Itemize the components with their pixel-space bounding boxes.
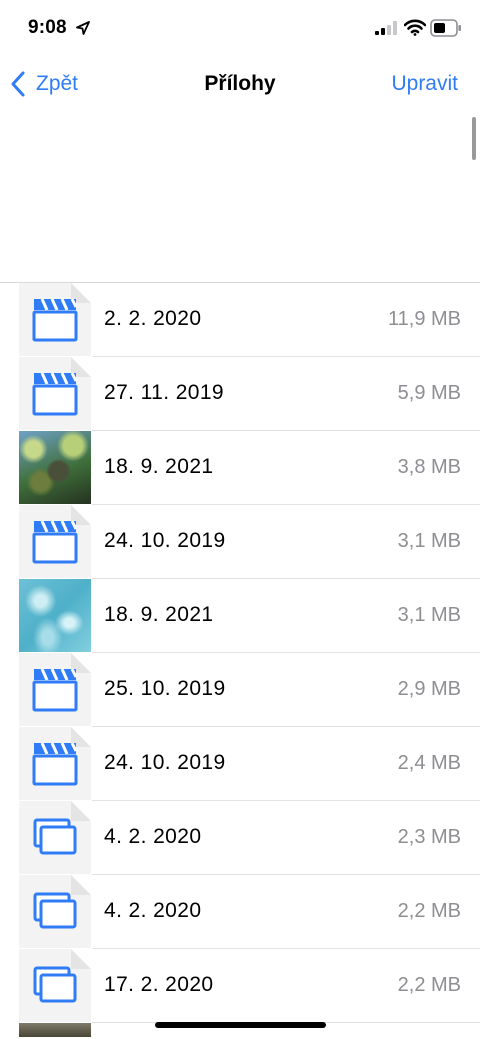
attachment-thumbnail bbox=[19, 283, 91, 356]
battery-icon bbox=[430, 19, 461, 37]
video-clapper-icon bbox=[32, 668, 78, 712]
attachment-date: 24. 10. 2019 bbox=[104, 751, 226, 774]
attachment-thumbnail bbox=[19, 801, 91, 874]
attachment-thumbnail bbox=[19, 875, 91, 948]
attachment-row[interactable]: 18. 9. 2021 3,8 MB bbox=[0, 431, 480, 505]
photo-thumbnail bbox=[19, 579, 91, 652]
attachment-row[interactable]: 25. 10. 2019 2,9 MB bbox=[0, 653, 480, 727]
video-clapper-icon bbox=[32, 520, 78, 564]
attachment-row[interactable]: 4. 2. 2020 2,2 MB bbox=[0, 875, 480, 949]
attachment-thumbnail bbox=[19, 653, 91, 726]
attachment-row[interactable]: 18. 9. 2021 3,1 MB bbox=[0, 579, 480, 653]
scroll-indicator[interactable] bbox=[472, 117, 476, 160]
image-stack-icon bbox=[33, 966, 77, 1003]
attachment-date: 2. 2. 2020 bbox=[104, 307, 202, 330]
attachment-size: 2,2 MB bbox=[397, 900, 461, 922]
photo-thumbnail bbox=[19, 1023, 91, 1037]
attachment-row[interactable]: 4. 2. 2020 2,3 MB bbox=[0, 801, 480, 875]
attachment-date: 25. 10. 2019 bbox=[104, 677, 226, 700]
attachment-size: 2,2 MB bbox=[397, 974, 461, 996]
attachment-date: 27. 11. 2019 bbox=[104, 381, 225, 404]
attachment-row[interactable]: 24. 10. 2019 2,4 MB bbox=[0, 727, 480, 801]
attachment-size: 2,9 MB bbox=[397, 678, 461, 700]
location-arrow-icon bbox=[76, 21, 90, 35]
attachment-size: 11,9 MB bbox=[388, 308, 461, 330]
attachment-date: 18. 9. 2021 bbox=[104, 455, 214, 478]
attachment-size: 3,1 MB bbox=[397, 530, 461, 552]
home-indicator bbox=[155, 1022, 326, 1028]
cellular-signal-icon bbox=[375, 21, 397, 35]
attachment-thumbnail bbox=[19, 949, 91, 1022]
attachment-date: 4. 2. 2020 bbox=[104, 899, 202, 922]
photo-thumbnail bbox=[19, 431, 91, 504]
attachment-date: 4. 2. 2020 bbox=[104, 825, 202, 848]
attachment-row[interactable]: 24. 10. 2019 3,1 MB bbox=[0, 505, 480, 579]
attachments-list: 2. 2. 2020 11,9 MB 27. 11. 2019 5,9 MB 1… bbox=[0, 283, 480, 1037]
edit-button[interactable]: Upravit bbox=[391, 72, 458, 96]
attachment-date: 18. 9. 2021 bbox=[104, 603, 214, 626]
attachment-size: 2,3 MB bbox=[397, 826, 461, 848]
image-stack-icon bbox=[33, 818, 77, 855]
navigation-bar: Zpět Přílohy Upravit bbox=[0, 56, 480, 112]
video-clapper-icon bbox=[32, 298, 78, 342]
status-bar: 9:08 bbox=[0, 0, 480, 56]
attachment-size: 3,8 MB bbox=[397, 456, 461, 478]
status-time: 9:08 bbox=[28, 17, 67, 38]
attachment-thumbnail bbox=[19, 727, 91, 800]
wifi-icon bbox=[404, 19, 426, 36]
image-stack-icon bbox=[33, 892, 77, 929]
attachment-size: 3,1 MB bbox=[397, 604, 461, 626]
attachment-size: 5,9 MB bbox=[397, 382, 461, 404]
attachment-thumbnail bbox=[19, 505, 91, 578]
attachment-date: 17. 2. 2020 bbox=[104, 973, 214, 996]
attachment-row[interactable]: 17. 2. 2020 2,2 MB bbox=[0, 949, 480, 1023]
attachment-date: 24. 10. 2019 bbox=[104, 529, 226, 552]
video-clapper-icon bbox=[32, 742, 78, 786]
attachment-row[interactable]: 2. 2. 2020 11,9 MB bbox=[0, 283, 480, 357]
attachment-row[interactable]: 27. 11. 2019 5,9 MB bbox=[0, 357, 480, 431]
attachment-thumbnail bbox=[19, 357, 91, 430]
video-clapper-icon bbox=[32, 372, 78, 416]
attachment-size: 2,4 MB bbox=[397, 752, 461, 774]
